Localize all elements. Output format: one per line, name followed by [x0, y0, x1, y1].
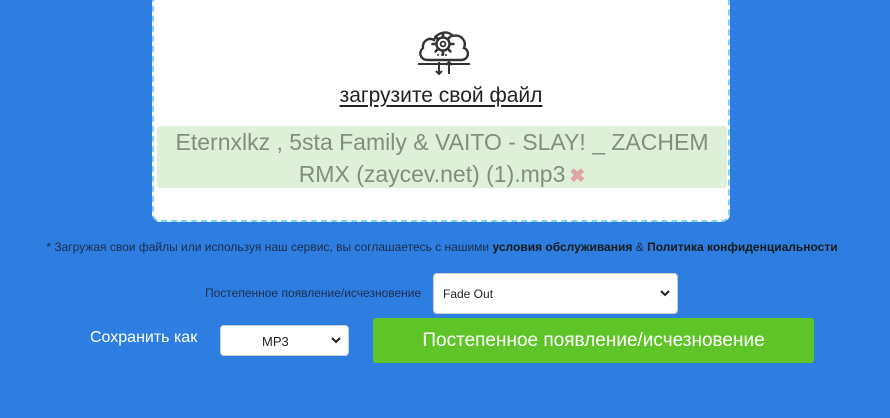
terms-of-service-link[interactable]: условия обслуживания	[492, 240, 632, 254]
selected-file-name: Eternxlkz , 5sta Family & VAITO - SLAY! …	[175, 129, 709, 187]
save-as-label: Сохранить как	[90, 329, 198, 346]
terms-ampersand: &	[635, 240, 644, 254]
terms-notice: * Загружая свои файлы или используя наш …	[0, 240, 884, 254]
fade-type-select[interactable]: Fade Out	[433, 273, 678, 314]
output-format-value: MP3	[262, 334, 289, 349]
chevron-down-icon	[660, 290, 670, 297]
upload-dropzone[interactable]: загрузите свой файл Eternxlkz , 5sta Fam…	[152, 0, 730, 222]
privacy-policy-link[interactable]: Политика конфиденциальности	[647, 240, 838, 254]
cloud-settings-upload-icon	[418, 31, 470, 76]
fade-type-label: Постепенное появление/исчезновение	[205, 286, 422, 300]
selected-file-chip: Eternxlkz , 5sta Family & VAITO - SLAY! …	[157, 126, 727, 188]
fade-type-value: Fade Out	[443, 287, 494, 301]
terms-prefix: * Загружая свои файлы или используя наш …	[46, 240, 490, 254]
chevron-down-icon	[331, 337, 341, 344]
upload-file-link[interactable]: загрузите свой файл	[154, 84, 728, 108]
remove-file-icon[interactable]: ✖	[569, 166, 585, 187]
apply-fade-button[interactable]: Постепенное появление/исчезновение	[373, 318, 814, 363]
output-format-select[interactable]: MP3	[220, 325, 349, 356]
